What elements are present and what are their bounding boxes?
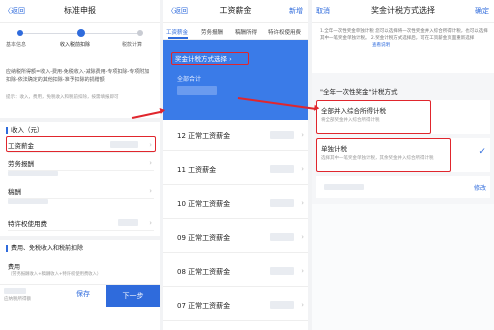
tax-income-value — [4, 288, 26, 294]
wage-item-label: 12 正常工资薪金 — [177, 132, 231, 140]
wage-item-amount — [270, 199, 294, 207]
section-title: "全年一次性奖金"计税方式 — [320, 88, 398, 96]
wage-item-label: 09 正常工资薪金 — [177, 234, 231, 242]
wage-item[interactable]: 10 正常工资薪金 › — [163, 190, 308, 219]
section-marker — [6, 245, 8, 252]
chevron-right-icon: › — [301, 233, 304, 241]
chevron-right-icon: › — [227, 55, 232, 63]
wage-item-amount — [270, 131, 294, 139]
row-labor[interactable]: 劳务报酬 › — [8, 158, 154, 171]
page-title: 奖金计税方式选择 — [371, 6, 435, 15]
deduct-header-label: 费用、免税收入和税前扣除 — [11, 245, 84, 252]
row-royalty[interactable]: 稿酬 › — [8, 186, 154, 199]
chevron-right-icon: › — [301, 165, 304, 173]
deduct-header: 费用、免税收入和税前扣除 — [6, 243, 83, 252]
info-text: 1.全年一次性奖金单独计税 您可以选择将一次性奖金并入综合所得计税，也可以选择其… — [320, 29, 488, 41]
chevron-right-icon: › — [301, 267, 304, 275]
chevron-right-icon: › — [149, 187, 152, 195]
modify-link[interactable]: 修改 — [474, 183, 486, 192]
info-link[interactable]: 查看说明 — [372, 42, 390, 48]
add-button[interactable]: 新增 — [289, 6, 303, 16]
tax-income-label: 应纳税所得额 — [4, 297, 31, 302]
info-box: 1.全年一次性奖金单独计税 您可以选择将一次性奖金并入综合所得计税，也可以选择其… — [312, 23, 494, 73]
wage-item-amount — [270, 165, 294, 173]
chevron-right-icon: › — [149, 219, 152, 227]
checkmark-icon: ✓ — [478, 147, 486, 157]
bonus-method-button[interactable]: 奖金计税方式选择 › — [171, 52, 249, 65]
row-franchise-label: 特许权使用费 — [8, 220, 47, 228]
chevron-right-icon: › — [301, 199, 304, 207]
next-step-button[interactable]: 下一步 — [106, 285, 160, 307]
step-label-2: 收入税前扣除 — [60, 42, 91, 48]
wage-item-label: 07 正常工资薪金 — [177, 302, 231, 310]
summary-banner: 奖金计税方式选择 › 全部合计 — [163, 40, 308, 120]
section-marker — [6, 126, 8, 134]
chevron-right-icon: › — [301, 301, 304, 309]
tab-active-underline — [168, 37, 188, 39]
highlight-wages — [6, 136, 156, 152]
divider — [0, 236, 160, 240]
wage-item-amount — [270, 301, 294, 309]
confirm-button[interactable]: 确定 — [475, 6, 489, 16]
wages-panel: 〈返回 工资薪金 新增 工资薪金 劳务报酬 稿酬所得 特许权使用费 奖金计税方式… — [163, 0, 308, 330]
selected-bonus-value — [324, 184, 364, 190]
blank-area — [312, 204, 494, 330]
highlight-all-merge — [316, 100, 431, 134]
total-value — [177, 86, 217, 95]
wage-item-label: 11 工资薪金 — [177, 166, 217, 174]
standard-declaration-panel: 〈返回 标准申报 基本信息 收入税前扣除 税款计算 应纳税所得额=收入-费用-免… — [0, 0, 160, 330]
nav-bar: 〈返回 标准申报 — [0, 0, 160, 23]
franchise-value — [118, 219, 138, 226]
bonus-method-label: 奖金计税方式选择 — [175, 55, 227, 63]
step-dot-3 — [137, 30, 143, 36]
tab-franchise[interactable]: 特许权使用费 — [268, 28, 301, 36]
wage-item[interactable]: 12 正常工资薪金 › — [163, 122, 308, 151]
page-title: 工资薪金 — [219, 6, 252, 15]
tab-wages[interactable]: 工资薪金 — [166, 28, 188, 36]
highlight-separate — [316, 138, 451, 172]
wage-item-amount — [270, 267, 294, 275]
total-label: 全部合计 — [177, 76, 202, 83]
royalty-hint — [8, 199, 48, 204]
formula-text: 应纳税所得额=收入-费用-免税收入-减除费用-专项扣除-专项附加扣除-依法确定的… — [6, 69, 150, 83]
selected-bonus-row[interactable]: 修改 — [316, 176, 490, 198]
labor-hint — [8, 171, 58, 176]
row-royalty-label: 稿酬 — [8, 188, 21, 196]
page-title: 标准申报 — [64, 6, 96, 15]
step-dot-2 — [77, 29, 85, 37]
wage-list: 12 正常工资薪金 › 11 工资薪金 › 10 正常工资薪金 › 09 正常工资薪金 › 08… — [163, 122, 308, 330]
chevron-right-icon: › — [301, 131, 304, 139]
step-dot-1 — [17, 30, 23, 36]
wage-item-label: 08 正常工资薪金 — [177, 268, 231, 276]
bottom-bar: 应纳税所得额 保存 下一步 — [0, 284, 160, 307]
bonus-method-panel: 取消 奖金计税方式选择 确定 1.全年一次性奖金单独计税 您可以选择将一次性奖金… — [312, 0, 494, 330]
row-franchise[interactable]: 特许权使用费 › — [8, 218, 154, 231]
wage-item-label: 10 正常工资薪金 — [177, 200, 231, 208]
wage-item[interactable]: 09 正常工资薪金 › — [163, 224, 308, 253]
income-header-label: 收入（元） — [11, 126, 44, 134]
wage-item-amount — [270, 233, 294, 241]
divider — [0, 118, 160, 122]
income-header: 收入（元） — [6, 124, 44, 134]
wage-item[interactable]: 07 正常工资薪金 › — [163, 292, 308, 321]
fee-note: （劳务报酬收入+稿酬收入+特许权使用费收入） — [8, 272, 102, 277]
tab-royalty[interactable]: 稿酬所得 — [235, 28, 257, 36]
step-label-3: 税款计算 — [122, 42, 143, 48]
wage-item[interactable]: 08 正常工资薪金 › — [163, 258, 308, 287]
tip-text: 提示：收入，费用，免税收入和税前扣除，按需填报即可 — [6, 95, 119, 100]
step-label-1: 基本信息 — [6, 42, 27, 48]
step-indicator: 基本信息 收入税前扣除 税款计算 — [0, 24, 160, 52]
save-button[interactable]: 保存 — [76, 289, 90, 299]
wage-item[interactable]: 11 工资薪金 › — [163, 156, 308, 185]
chevron-right-icon: › — [149, 159, 152, 167]
nav-bar: 〈返回 工资薪金 新增 — [163, 0, 308, 23]
tab-bar: 工资薪金 劳务报酬 稿酬所得 特许权使用费 — [163, 23, 308, 40]
row-labor-label: 劳务报酬 — [8, 160, 34, 168]
fee-label: 费用 — [8, 264, 21, 271]
tab-labor[interactable]: 劳务报酬 — [201, 28, 223, 36]
nav-bar: 取消 奖金计税方式选择 确定 — [312, 0, 494, 23]
